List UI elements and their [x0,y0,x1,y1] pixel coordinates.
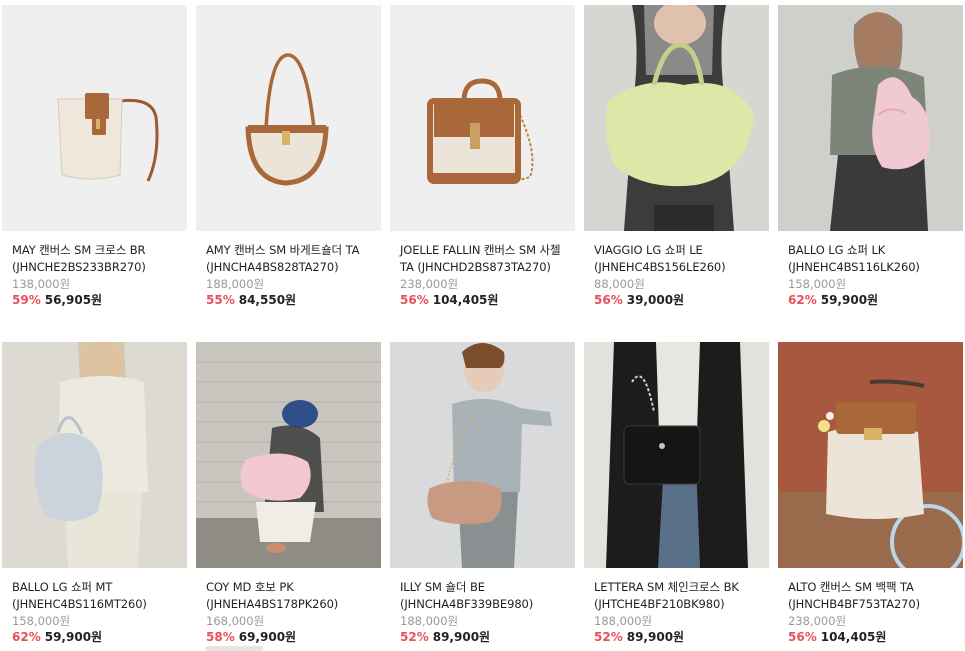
product-card-ballo-mt[interactable]: BALLO LG 쇼퍼 MT (JHNEHC4BS116MT260) 158,0… [2,342,187,645]
product-image[interactable] [584,342,769,568]
product-card-alto[interactable]: ALTO 캔버스 SM 백팩 TA (JHNCHB4BF753TA270) 23… [778,342,963,645]
product-name[interactable]: VIAGGIO LG 쇼퍼 LE (JHNEHC4BS156LE260) [584,242,769,276]
product-card-illy[interactable]: ILLY SM 숄더 BE (JHNCHA4BF339BE980) 188,00… [390,342,575,645]
original-price: 158,000원 [788,277,847,291]
original-price: 238,000원 [788,614,847,628]
original-price: 138,000원 [12,277,71,291]
product-image[interactable] [196,342,381,568]
product-image[interactable] [2,342,187,568]
product-card-viaggio[interactable]: VIAGGIO LG 쇼퍼 LE (JHNEHC4BS156LE260) 88,… [584,5,769,308]
product-card-joelle[interactable]: JOELLE FALLIN 캔버스 SM 사첼 TA (JHNCHD2BS873… [390,5,575,308]
product-grid: MAY 캔버스 SM 크로스 BR (JHNCHE2BS233BR270) 13… [0,0,965,651]
product-card-may[interactable]: MAY 캔버스 SM 크로스 BR (JHNCHE2BS233BR270) 13… [2,5,187,308]
product-card-ballo-lk[interactable]: BALLO LG 쇼퍼 LK (JHNEHC4BS116LK260) 158,0… [778,5,963,308]
product-name[interactable]: BALLO LG 쇼퍼 LK (JHNEHC4BS116LK260) [778,242,963,276]
discount-rate: 56% [788,630,817,644]
sale-price: 56,905원 [44,293,103,307]
product-name[interactable]: BALLO LG 쇼퍼 MT (JHNEHC4BS116MT260) [2,579,187,613]
discount-rate: 58% [206,630,235,644]
sale-price: 89,900원 [432,630,491,644]
original-price: 238,000원 [400,277,459,291]
scroll-indicator[interactable] [205,646,263,651]
sale-price: 59,900원 [44,630,103,644]
product-card-amy[interactable]: AMY 캔버스 SM 바게트숄더 TA (JHNCHA4BS828TA270) … [196,5,381,308]
discount-rate: 56% [594,293,623,307]
discount-rate: 52% [594,630,623,644]
sale-price: 89,900원 [626,630,685,644]
original-price: 158,000원 [12,614,71,628]
sale-price: 104,405원 [820,630,887,644]
product-image[interactable] [390,342,575,568]
product-image[interactable] [778,342,963,568]
product-image[interactable] [584,5,769,231]
product-name[interactable]: MAY 캔버스 SM 크로스 BR (JHNCHE2BS233BR270) [2,242,187,276]
sale-price: 59,900원 [820,293,879,307]
original-price: 188,000원 [206,277,265,291]
original-price: 168,000원 [206,614,265,628]
product-card-lettera[interactable]: LETTERA SM 체인크로스 BK (JHTCHE4BF210BK980) … [584,342,769,645]
product-image[interactable] [390,5,575,231]
product-name[interactable]: JOELLE FALLIN 캔버스 SM 사첼 TA (JHNCHD2BS873… [390,242,575,276]
product-image[interactable] [2,5,187,231]
original-price: 88,000원 [594,277,645,291]
sale-price: 69,900원 [238,630,297,644]
discount-rate: 52% [400,630,429,644]
original-price: 188,000원 [400,614,459,628]
original-price: 188,000원 [594,614,653,628]
discount-rate: 62% [12,630,41,644]
discount-rate: 59% [12,293,41,307]
product-card-coy[interactable]: COY MD 호보 PK (JHNEHA4BS178PK260) 168,000… [196,342,381,645]
discount-rate: 62% [788,293,817,307]
product-image[interactable] [196,5,381,231]
product-name[interactable]: AMY 캔버스 SM 바게트숄더 TA (JHNCHA4BS828TA270) [196,242,381,276]
product-name[interactable]: ALTO 캔버스 SM 백팩 TA (JHNCHB4BF753TA270) [778,579,963,613]
product-name[interactable]: LETTERA SM 체인크로스 BK (JHTCHE4BF210BK980) [584,579,769,613]
product-image[interactable] [778,5,963,231]
discount-rate: 55% [206,293,235,307]
product-name[interactable]: COY MD 호보 PK (JHNEHA4BS178PK260) [196,579,381,613]
sale-price: 104,405원 [432,293,499,307]
product-name[interactable]: ILLY SM 숄더 BE (JHNCHA4BF339BE980) [390,579,575,613]
sale-price: 84,550원 [238,293,297,307]
sale-price: 39,000원 [626,293,685,307]
discount-rate: 56% [400,293,429,307]
